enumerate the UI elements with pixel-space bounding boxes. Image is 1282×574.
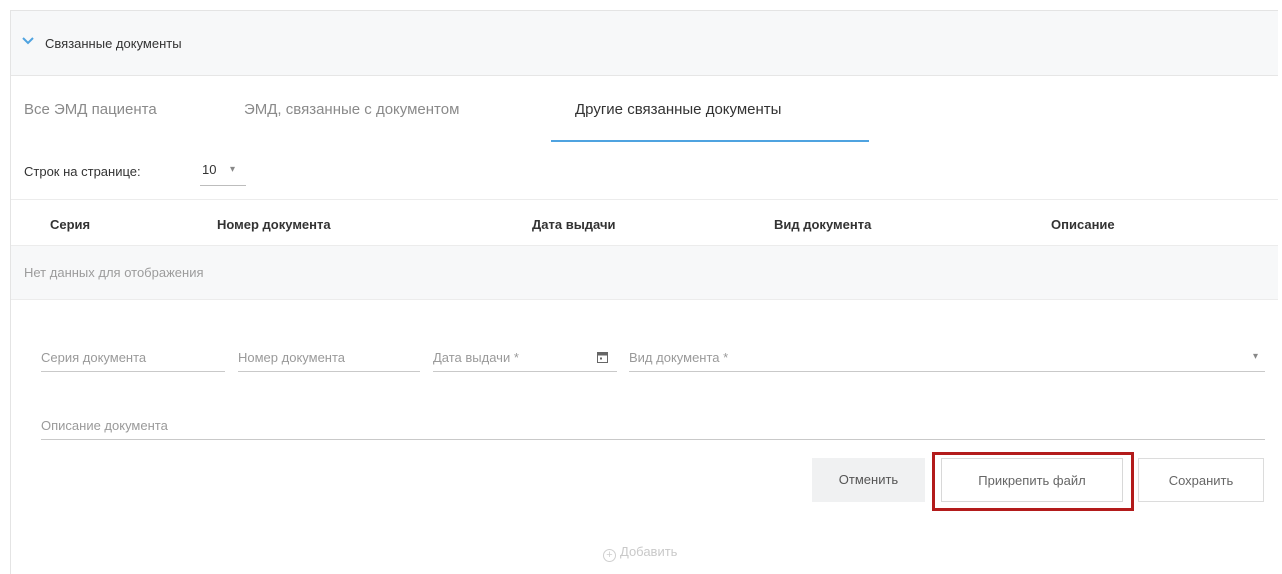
column-issue-date[interactable]: Дата выдачи	[532, 217, 616, 232]
column-number[interactable]: Номер документа	[217, 217, 331, 232]
tab-other-documents[interactable]: Другие связанные документы	[575, 77, 781, 141]
section-title: Связанные документы	[45, 36, 182, 51]
description-input[interactable]: Описание документа	[41, 416, 1265, 440]
caret-down-icon: ▾	[1253, 351, 1259, 362]
highlight-frame	[932, 452, 1134, 511]
issue-date-placeholder: Дата выдачи *	[433, 350, 519, 365]
rows-per-page-label: Строк на странице:	[24, 164, 141, 179]
issue-date-input[interactable]: Дата выдачи *	[433, 348, 617, 372]
add-label: Добавить	[620, 544, 678, 559]
doc-type-select[interactable]: Вид документа * ▾	[629, 348, 1265, 372]
column-doc-type[interactable]: Вид документа	[774, 217, 871, 232]
doc-type-placeholder: Вид документа *	[629, 350, 729, 365]
series-placeholder: Серия документа	[41, 350, 147, 365]
cancel-button[interactable]: Отменить	[812, 458, 925, 502]
add-button[interactable]: + Добавить	[603, 544, 677, 562]
save-button[interactable]: Сохранить	[1138, 458, 1264, 502]
column-description[interactable]: Описание	[1051, 217, 1115, 232]
section-header[interactable]: Связанные документы	[11, 11, 1278, 76]
active-tab-indicator	[551, 140, 869, 142]
related-documents-panel: Связанные документы Все ЭМД пациента ЭМД…	[10, 10, 1278, 574]
tab-bar: Все ЭМД пациента ЭМД, связанные с докуме…	[11, 77, 1278, 143]
number-input[interactable]: Номер документа	[238, 348, 420, 372]
number-placeholder: Номер документа	[238, 350, 346, 365]
column-series[interactable]: Серия	[50, 217, 90, 232]
tab-all-emd[interactable]: Все ЭМД пациента	[24, 77, 157, 141]
empty-table-message: Нет данных для отображения	[24, 265, 204, 280]
table-header: Серия Номер документа Дата выдачи Вид до…	[11, 199, 1278, 246]
rows-per-page-select[interactable]: 10 ▾	[200, 162, 246, 186]
chevron-down-icon[interactable]	[22, 36, 34, 46]
rows-per-page-value: 10	[202, 162, 217, 177]
series-input[interactable]: Серия документа	[41, 348, 225, 372]
caret-down-icon: ▾	[230, 164, 236, 175]
calendar-icon[interactable]	[597, 351, 608, 363]
empty-table-row: Нет данных для отображения	[11, 246, 1278, 300]
tab-emd-linked[interactable]: ЭМД, связанные с документом	[244, 77, 459, 141]
description-placeholder: Описание документа	[41, 418, 168, 433]
plus-circle-icon: +	[603, 549, 616, 562]
